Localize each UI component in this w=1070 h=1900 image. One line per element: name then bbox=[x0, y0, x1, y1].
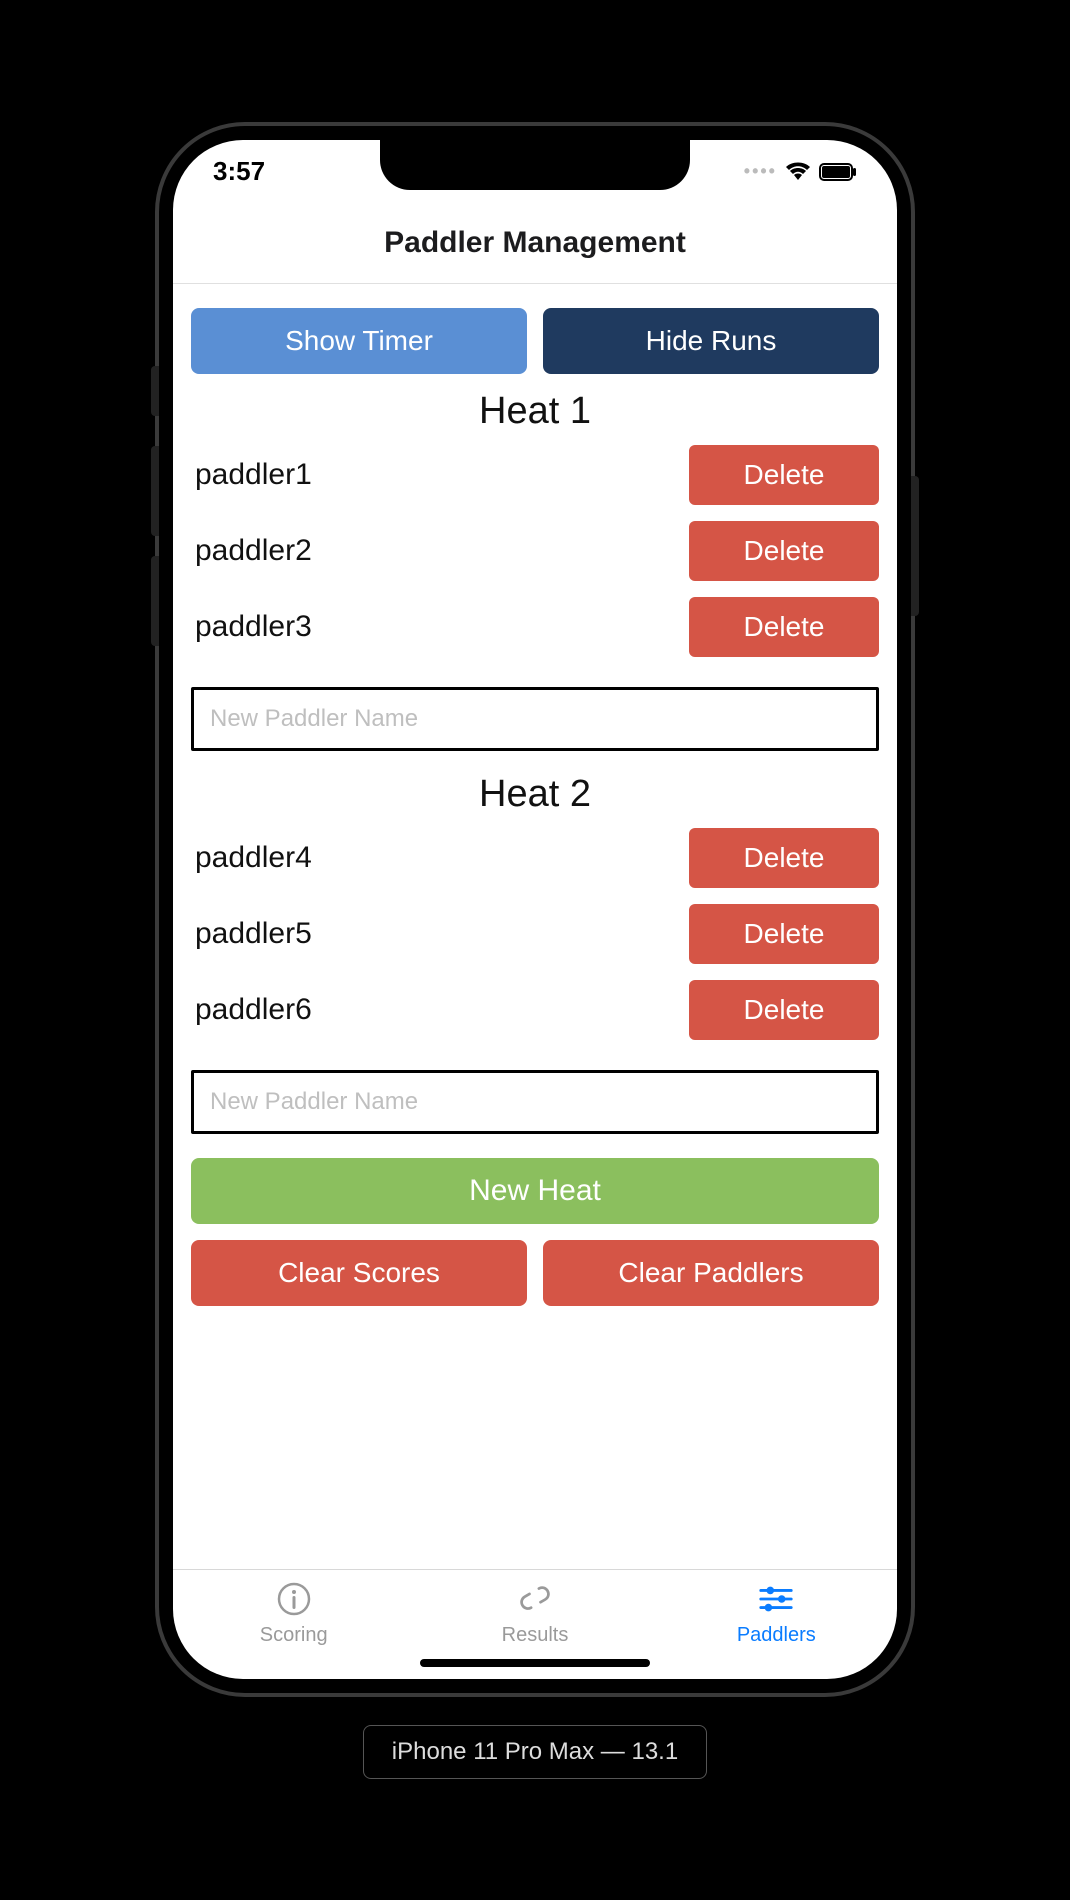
delete-paddler-button[interactable]: Delete bbox=[689, 828, 879, 888]
paddler-name-label: paddler2 bbox=[191, 534, 689, 568]
heat-title: Heat 2 bbox=[191, 773, 879, 816]
content-scroll[interactable]: Show Timer Hide Runs Heat 1 paddler1 Del… bbox=[173, 284, 897, 1569]
delete-paddler-button[interactable]: Delete bbox=[689, 904, 879, 964]
new-paddler-input-heat2[interactable] bbox=[191, 1070, 879, 1134]
delete-paddler-button[interactable]: Delete bbox=[689, 521, 879, 581]
show-timer-button[interactable]: Show Timer bbox=[191, 308, 527, 374]
clear-button-row: Clear Scores Clear Paddlers bbox=[191, 1240, 879, 1306]
sliders-icon bbox=[757, 1580, 795, 1618]
wifi-icon bbox=[785, 162, 811, 182]
heat-title: Heat 1 bbox=[191, 390, 879, 433]
screen: 3:57 •••• Paddler Management Show Timer … bbox=[173, 140, 897, 1679]
link-icon bbox=[516, 1580, 554, 1618]
tab-label: Scoring bbox=[260, 1624, 328, 1647]
volume-down-button bbox=[151, 556, 159, 646]
clear-paddlers-button[interactable]: Clear Paddlers bbox=[543, 1240, 879, 1306]
volume-up-button bbox=[151, 446, 159, 536]
paddler-name-label: paddler1 bbox=[191, 458, 689, 492]
hide-runs-button[interactable]: Hide Runs bbox=[543, 308, 879, 374]
delete-paddler-button[interactable]: Delete bbox=[689, 445, 879, 505]
tab-scoring[interactable]: Scoring bbox=[173, 1580, 414, 1679]
home-indicator[interactable] bbox=[420, 1659, 650, 1667]
paddler-row: paddler6 Delete bbox=[191, 980, 879, 1040]
volume-silent-switch bbox=[151, 366, 159, 416]
tab-label: Paddlers bbox=[737, 1624, 816, 1647]
paddler-row: paddler4 Delete bbox=[191, 828, 879, 888]
notch bbox=[380, 140, 690, 190]
status-indicators: •••• bbox=[744, 161, 857, 182]
delete-paddler-button[interactable]: Delete bbox=[689, 597, 879, 657]
paddler-name-label: paddler4 bbox=[191, 841, 689, 875]
paddler-row: paddler3 Delete bbox=[191, 597, 879, 657]
tab-label: Results bbox=[502, 1624, 569, 1647]
device-frame: 3:57 •••• Paddler Management Show Timer … bbox=[155, 122, 915, 1697]
paddler-row: paddler1 Delete bbox=[191, 445, 879, 505]
new-heat-button[interactable]: New Heat bbox=[191, 1158, 879, 1224]
power-button bbox=[911, 476, 919, 616]
device-label: iPhone 11 Pro Max — 13.1 bbox=[363, 1725, 707, 1779]
delete-paddler-button[interactable]: Delete bbox=[689, 980, 879, 1040]
nav-title: Paddler Management bbox=[173, 204, 897, 284]
paddler-name-label: paddler3 bbox=[191, 610, 689, 644]
cellular-dots-icon: •••• bbox=[744, 161, 777, 182]
top-button-row: Show Timer Hide Runs bbox=[191, 308, 879, 374]
paddler-row: paddler5 Delete bbox=[191, 904, 879, 964]
tab-paddlers[interactable]: Paddlers bbox=[656, 1580, 897, 1679]
status-time: 3:57 bbox=[213, 156, 265, 187]
new-paddler-input-heat1[interactable] bbox=[191, 687, 879, 751]
paddler-row: paddler2 Delete bbox=[191, 521, 879, 581]
paddler-name-label: paddler6 bbox=[191, 993, 689, 1027]
battery-icon bbox=[819, 163, 857, 181]
clear-scores-button[interactable]: Clear Scores bbox=[191, 1240, 527, 1306]
info-circle-icon bbox=[275, 1580, 313, 1618]
paddler-name-label: paddler5 bbox=[191, 917, 689, 951]
